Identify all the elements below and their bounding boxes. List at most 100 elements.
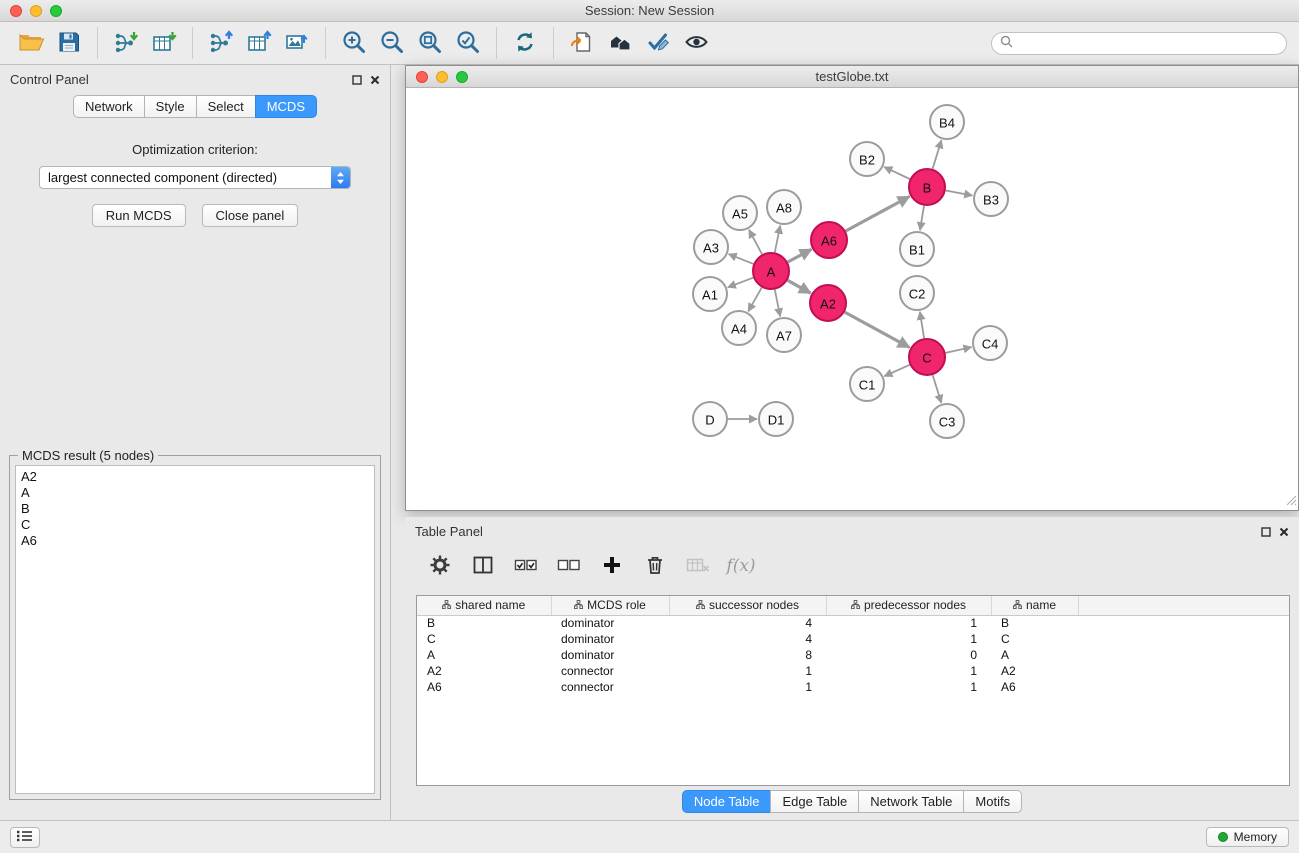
table-cell[interactable]: B — [991, 615, 1078, 631]
graph-node-B1[interactable]: B1 — [900, 232, 934, 266]
add-column-button[interactable] — [599, 553, 625, 579]
table-row-B[interactable]: Bdominator41B — [417, 615, 1289, 631]
table-cell[interactable]: connector — [551, 663, 669, 679]
graph-edge-A-A2[interactable] — [788, 280, 811, 293]
graph-node-A6[interactable]: A6 — [811, 222, 847, 258]
search-field[interactable] — [991, 32, 1287, 55]
show-hide-button[interactable] — [679, 27, 713, 59]
graph-node-C1[interactable]: C1 — [850, 367, 884, 401]
graph-node-A3[interactable]: A3 — [694, 230, 728, 264]
graph-node-B4[interactable]: B4 — [930, 105, 964, 139]
column-header-shared-name[interactable]: shared name — [417, 596, 551, 615]
graph-edge-C-C4[interactable] — [946, 347, 972, 353]
graph-node-A5[interactable]: A5 — [723, 196, 757, 230]
graph-edge-B-B4[interactable] — [933, 140, 942, 169]
graph-edge-A-A6[interactable] — [788, 249, 812, 262]
graph-edge-A-A7[interactable] — [775, 290, 780, 317]
table-cell[interactable]: 1 — [826, 679, 991, 695]
zoom-selected-button[interactable] — [451, 27, 485, 59]
close-panel-icon[interactable] — [370, 73, 380, 88]
graph-node-C2[interactable]: C2 — [900, 276, 934, 310]
graph-edge-A-A5[interactable] — [749, 230, 762, 254]
network-canvas[interactable]: B4B2BB3A5A8A6A3B1AA1C2A2A4A7C4CC1C3DD1 — [406, 89, 1298, 510]
table-row-A[interactable]: Adominator80A — [417, 647, 1289, 663]
table-cell[interactable]: C — [991, 631, 1078, 647]
table-cell[interactable]: dominator — [551, 647, 669, 663]
memory-button[interactable]: Memory — [1206, 827, 1289, 847]
graph-edge-A2-C[interactable] — [845, 312, 910, 347]
table-cell[interactable]: A6 — [417, 679, 551, 695]
copy-document-button[interactable] — [565, 27, 599, 59]
network-window-titlebar[interactable]: testGlobe.txt — [406, 66, 1298, 88]
table-row-C[interactable]: Cdominator41C — [417, 631, 1289, 647]
column-header-mcds-role[interactable]: MCDS role — [551, 596, 669, 615]
delete-table-button[interactable] — [685, 553, 711, 579]
mcds-result-item[interactable]: C — [21, 517, 369, 533]
table-cell[interactable]: A — [417, 647, 551, 663]
table-cell[interactable]: 0 — [826, 647, 991, 663]
tab-style[interactable]: Style — [144, 95, 197, 118]
graph-edge-A-A8[interactable] — [775, 226, 780, 253]
show-all-networks-button[interactable] — [603, 27, 637, 59]
import-network-button[interactable] — [109, 27, 143, 59]
search-input[interactable] — [1018, 36, 1278, 51]
mcds-result-list[interactable]: A2ABCA6 — [15, 465, 375, 794]
table-cell[interactable]: dominator — [551, 631, 669, 647]
graph-edge-C-C1[interactable] — [884, 365, 909, 376]
graph-edge-A-A1[interactable] — [728, 278, 753, 288]
tab-node-table[interactable]: Node Table — [682, 790, 772, 813]
graph-node-C3[interactable]: C3 — [930, 404, 964, 438]
optimization-criterion-dropdown[interactable]: largest connected component (directed) — [39, 166, 351, 189]
table-cell[interactable]: connector — [551, 679, 669, 695]
network-minimize-button[interactable] — [436, 71, 448, 83]
import-table-button[interactable] — [147, 27, 181, 59]
graph-node-A8[interactable]: A8 — [767, 190, 801, 224]
tab-network-table[interactable]: Network Table — [858, 790, 964, 813]
tab-select[interactable]: Select — [196, 95, 256, 118]
graph-node-A[interactable]: A — [753, 253, 789, 289]
tab-network[interactable]: Network — [73, 95, 145, 118]
graph-node-A1[interactable]: A1 — [693, 277, 727, 311]
network-close-button[interactable] — [416, 71, 428, 83]
table-row-A6[interactable]: A6connector11A6 — [417, 679, 1289, 695]
tab-motifs[interactable]: Motifs — [963, 790, 1022, 813]
graph-node-B[interactable]: B — [909, 169, 945, 205]
table-cell[interactable]: 1 — [826, 631, 991, 647]
close-window-button[interactable] — [10, 5, 22, 17]
graph-node-A7[interactable]: A7 — [767, 318, 801, 352]
graph-node-B3[interactable]: B3 — [974, 182, 1008, 216]
show-columns-button[interactable] — [470, 553, 496, 579]
column-header-successor-nodes[interactable]: successor nodes — [669, 596, 826, 615]
delete-column-button[interactable] — [642, 553, 668, 579]
network-zoom-button[interactable] — [456, 71, 468, 83]
mcds-result-item[interactable]: A — [21, 485, 369, 501]
graph-edge-A-A4[interactable] — [748, 288, 761, 312]
table-cell[interactable]: A — [991, 647, 1078, 663]
table-cell[interactable]: 8 — [669, 647, 826, 663]
table-cell[interactable]: 4 — [669, 631, 826, 647]
minimize-window-button[interactable] — [30, 5, 42, 17]
close-panel-button[interactable]: Close panel — [202, 204, 299, 227]
graph-node-C4[interactable]: C4 — [973, 326, 1007, 360]
deselect-all-button[interactable] — [556, 553, 582, 579]
table-cell[interactable]: A2 — [991, 663, 1078, 679]
table-cell[interactable]: 1 — [669, 663, 826, 679]
validate-button[interactable] — [641, 27, 675, 59]
graph-node-A4[interactable]: A4 — [722, 311, 756, 345]
tab-mcds[interactable]: MCDS — [255, 95, 317, 118]
zoom-fit-button[interactable] — [413, 27, 447, 59]
select-all-button[interactable] — [513, 553, 539, 579]
mcds-result-item[interactable]: B — [21, 501, 369, 517]
save-session-button[interactable] — [52, 27, 86, 59]
node-table[interactable]: shared nameMCDS rolesuccessor nodesprede… — [416, 595, 1290, 786]
mcds-result-item[interactable]: A2 — [21, 469, 369, 485]
graph-edge-C-C2[interactable] — [920, 312, 924, 338]
graph-node-C[interactable]: C — [909, 339, 945, 375]
graph-node-D1[interactable]: D1 — [759, 402, 793, 436]
graph-edge-A-A3[interactable] — [729, 254, 754, 264]
table-cell[interactable]: A6 — [991, 679, 1078, 695]
export-network-button[interactable] — [204, 27, 238, 59]
export-image-button[interactable] — [280, 27, 314, 59]
graph-edge-A6-B[interactable] — [846, 197, 910, 232]
float-panel-icon[interactable] — [352, 73, 362, 88]
